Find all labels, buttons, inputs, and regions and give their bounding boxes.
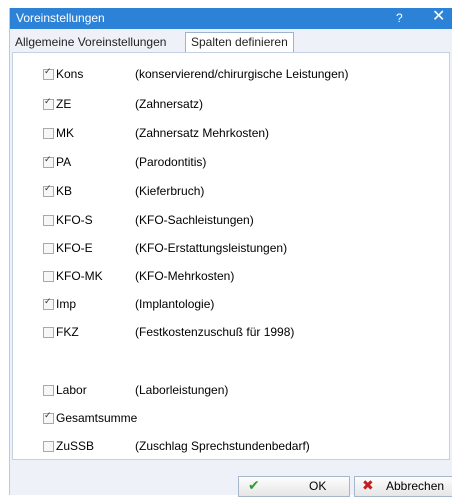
fkz-description: (Festkostenzuschuß für 1998) xyxy=(135,325,295,339)
ze-checkbox[interactable] xyxy=(43,97,54,110)
title-bar: Voreinstellungen ? ✕ xyxy=(10,8,452,29)
kfo-mk-checkbox[interactable] xyxy=(43,271,54,282)
mk-label: MK xyxy=(56,126,74,140)
imp-description: (Implantologie) xyxy=(135,297,215,311)
kfo-s-description: (KFO-Sachleistungen) xyxy=(135,213,254,227)
kfo-mk-description: (KFO-Mehrkosten) xyxy=(135,269,235,283)
imp-checkbox[interactable] xyxy=(43,297,54,310)
column-row-imp: Imp (Implantologie) xyxy=(13,296,443,312)
kfo-e-checkbox[interactable] xyxy=(43,243,54,254)
mk-description: (Zahnersatz Mehrkosten) xyxy=(135,126,270,140)
column-row-kb: KB (Kieferbruch) xyxy=(13,183,443,199)
button-bar: ✔ OK ✖ Abbrechen xyxy=(10,464,452,497)
help-icon[interactable]: ? xyxy=(396,11,403,25)
dialog-title: Voreinstellungen xyxy=(16,11,105,25)
column-row-kfo-s: KFO-S (KFO-Sachleistungen) xyxy=(13,212,443,228)
cancel-button-label: Abbrechen xyxy=(386,479,445,493)
ze-description: (Zahnersatz) xyxy=(135,97,204,111)
kfo-s-checkbox[interactable] xyxy=(43,215,54,226)
kb-label: KB xyxy=(56,184,73,198)
pa-label: PA xyxy=(56,155,72,169)
settings-dialog: Voreinstellungen ? ✕ Allgemeine Voreinst… xyxy=(9,8,452,497)
column-row-labor: Labor (Laborleistungen) xyxy=(13,382,443,398)
fkz-checkbox[interactable] xyxy=(43,327,54,338)
ok-button[interactable]: ✔ OK xyxy=(238,476,350,497)
labor-label: Labor xyxy=(56,383,87,397)
kb-description: (Kieferbruch) xyxy=(135,184,205,198)
column-row-ze: ZE (Zahnersatz) xyxy=(13,96,443,112)
column-row-kfo-mk: KFO-MK (KFO-Mehrkosten) xyxy=(13,268,443,284)
column-row-fkz: FKZ (Festkostenzuschuß für 1998) xyxy=(13,324,443,340)
fkz-label: FKZ xyxy=(56,325,79,339)
zussb-checkbox[interactable] xyxy=(43,441,54,452)
cancel-button[interactable]: ✖ Abbrechen xyxy=(354,476,452,497)
tab-bar: Allgemeine Voreinstellungen Spalten defi… xyxy=(10,32,452,52)
column-row-kons: Kons (konservierend/chirurgische Leistun… xyxy=(13,66,443,82)
kfo-mk-label: KFO-MK xyxy=(56,269,103,283)
labor-checkbox[interactable] xyxy=(43,385,54,396)
kons-checkbox[interactable] xyxy=(43,67,54,80)
tab-general-settings[interactable]: Allgemeine Voreinstellungen xyxy=(12,34,169,50)
close-icon[interactable]: ✕ xyxy=(432,9,445,25)
gesamtsumme-label: Gesamtsumme xyxy=(56,411,138,425)
tab-define-columns[interactable]: Spalten definieren xyxy=(185,32,294,52)
kfo-s-label: KFO-S xyxy=(56,213,93,227)
ze-label: ZE xyxy=(56,97,72,111)
kfo-e-label: KFO-E xyxy=(56,241,93,255)
kfo-e-description: (KFO-Erstattungsleistungen) xyxy=(135,241,288,255)
column-row-gesamtsumme: Gesamtsumme xyxy=(13,410,443,426)
zussb-description: (Zuschlag Sprechstundenbedarf) xyxy=(135,439,310,453)
mk-checkbox[interactable] xyxy=(43,128,54,139)
ok-button-label: OK xyxy=(309,479,327,493)
column-row-kfo-e: KFO-E (KFO-Erstattungsleistungen) xyxy=(13,240,443,256)
zussb-label: ZuSSB xyxy=(56,439,95,453)
gesamtsumme-checkbox[interactable] xyxy=(43,411,54,424)
column-row-zussb: ZuSSB (Zuschlag Sprechstundenbedarf) xyxy=(13,438,443,454)
kons-description: (konservierend/chirurgische Leistungen) xyxy=(135,67,349,81)
column-row-mk: MK (Zahnersatz Mehrkosten) xyxy=(13,125,443,141)
pa-checkbox[interactable] xyxy=(43,155,54,168)
checkmark-icon: ✔ xyxy=(248,478,260,494)
kb-checkbox[interactable] xyxy=(43,184,54,197)
imp-label: Imp xyxy=(56,297,77,311)
columns-panel: Kons (konservierend/chirurgische Leistun… xyxy=(12,52,450,460)
pa-description: (Parodontitis) xyxy=(135,155,207,169)
cross-icon: ✖ xyxy=(362,478,374,494)
column-row-pa: PA (Parodontitis) xyxy=(13,154,443,170)
kons-label: Kons xyxy=(56,67,84,81)
labor-description: (Laborleistungen) xyxy=(135,383,229,397)
